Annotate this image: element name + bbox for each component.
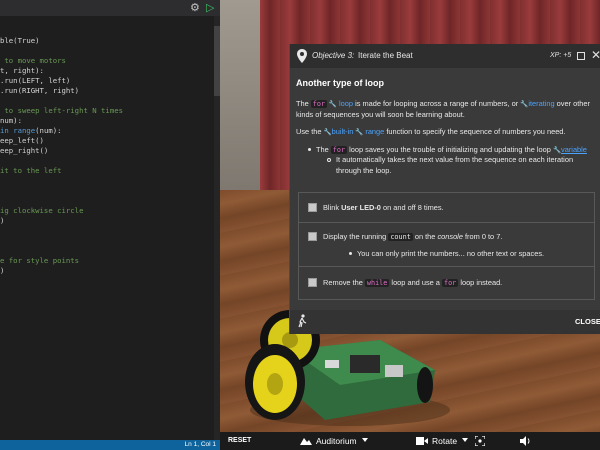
term-link-variable[interactable]: variable xyxy=(561,145,587,154)
code-token: t, right): xyxy=(0,66,44,75)
lesson-sub-bullet-line-2: through the loop. xyxy=(336,166,392,175)
code-line: .run(RIGHT, right) xyxy=(0,86,79,96)
code-token: num): xyxy=(0,116,22,125)
wrench-icon: 🔧 xyxy=(353,129,364,136)
xp-badge: XP: +5 xyxy=(550,52,572,59)
window-icon[interactable] xyxy=(577,52,585,60)
task-checkbox-2[interactable] xyxy=(308,232,317,241)
code-editor-panel: ⚙ ▷ ble(True) to move motors t, right): .r… xyxy=(0,0,220,450)
code-token: .run(LEFT, left) xyxy=(0,76,71,85)
lesson-sub-bullet-line-1: It automatically takes the next value fr… xyxy=(336,155,574,164)
code-token: to sweep left-right N times xyxy=(0,106,124,115)
close-button[interactable]: CLOSE xyxy=(575,316,600,328)
code-token: eep_right() xyxy=(0,146,49,155)
bullet-dot xyxy=(308,148,311,151)
objective-header: Objective 3: Iterate the Beat XP: +5 ✕ xyxy=(290,44,600,68)
code-line: it to the left xyxy=(0,166,62,176)
objective-title: Iterate the Beat xyxy=(358,51,413,60)
task-divider xyxy=(299,266,594,267)
lesson-paragraph-1-line-2: kinds of sequences you will soon be lear… xyxy=(296,110,465,119)
code-line: in range(num): xyxy=(0,126,62,136)
task-divider xyxy=(299,222,594,223)
sim-control-bar: RESET Auditorium Rotate xyxy=(220,432,600,450)
task-checklist: Blink User LED-0 on and off 8 times. Dis… xyxy=(298,192,595,300)
close-icon[interactable]: ✕ xyxy=(591,47,600,63)
code-keyword-for: for xyxy=(441,279,459,287)
gear-icon[interactable]: ⚙ xyxy=(190,1,200,15)
objective-footer: CLOSE xyxy=(290,310,600,334)
code-keyword-while: while xyxy=(364,279,390,287)
code-area[interactable]: ble(True) to move motors t, right): .run(L… xyxy=(0,16,214,440)
code-line: num): xyxy=(0,116,22,126)
mountain-icon xyxy=(300,438,312,445)
chevron-down-icon xyxy=(362,438,368,442)
term-link-iterating[interactable]: iterating xyxy=(528,99,554,108)
code-line: ig clockwise circle xyxy=(0,206,83,216)
focus-target-icon[interactable] xyxy=(475,436,485,446)
code-line: to sweep left-right N times xyxy=(0,106,123,116)
chevron-down-icon xyxy=(462,438,468,442)
volume-icon[interactable] xyxy=(520,436,531,446)
lesson-paragraph-2: Use the 🔧built-in 🔧 range function to sp… xyxy=(296,127,566,136)
walking-person-icon[interactable] xyxy=(296,314,308,328)
play-icon[interactable]: ▷ xyxy=(206,1,214,15)
bullet-dot xyxy=(349,252,352,255)
objective-dialog: Objective 3: Iterate the Beat XP: +5 ✕ A… xyxy=(289,44,600,334)
task-2-note: You can only print the numbers... no oth… xyxy=(357,249,545,258)
term-link-built-in[interactable]: built-in xyxy=(332,127,354,136)
code-line: .run(LEFT, left) xyxy=(0,76,70,86)
editor-status-bar: Ln 1, Col 1 xyxy=(0,440,220,450)
camera-mode-label: Rotate xyxy=(432,436,458,446)
cursor-position: Ln 1, Col 1 xyxy=(184,441,216,448)
code-token: in xyxy=(0,126,14,135)
code-line: to move motors xyxy=(0,56,66,66)
code-token: .run(RIGHT, right) xyxy=(0,86,80,95)
code-token: eep_left() xyxy=(0,136,44,145)
task-checkbox-1[interactable] xyxy=(308,203,317,212)
editor-toolbar: ⚙ ▷ xyxy=(0,0,220,16)
reset-button[interactable]: RESET xyxy=(228,436,251,446)
code-token: it to the left xyxy=(0,166,62,175)
wrench-icon: 🔧 xyxy=(552,147,562,154)
code-variable-count: count xyxy=(388,233,413,241)
code-token: ble(True) xyxy=(0,36,40,45)
task-1: Blink User LED-0 on and off 8 times. xyxy=(323,203,444,212)
code-token: to move motors xyxy=(0,56,66,65)
term-link-loop[interactable]: loop xyxy=(337,99,353,108)
video-camera-icon xyxy=(416,437,428,445)
code-keyword-for: for xyxy=(310,100,328,108)
code-token: ) xyxy=(0,216,5,225)
code-line: ble(True) xyxy=(0,36,40,46)
wrench-icon: 🔧 xyxy=(327,101,337,108)
code-line: ) xyxy=(0,216,4,226)
code-line: ) xyxy=(0,266,4,276)
objective-number: Objective 3: xyxy=(312,51,355,60)
wrench-icon: 🔧 xyxy=(323,129,332,136)
term-link-range[interactable]: range xyxy=(363,127,384,136)
code-token: ) xyxy=(0,266,5,275)
code-token: ig clockwise circle xyxy=(0,206,84,215)
code-token: e for style points xyxy=(0,256,80,265)
code-line: eep_right() xyxy=(0,146,48,156)
task-2: Display the running count on the console… xyxy=(323,232,503,241)
sub-bullet-ring xyxy=(327,158,331,162)
environment-label: Auditorium xyxy=(316,436,357,446)
back-wall xyxy=(220,0,260,200)
code-token: range xyxy=(13,126,36,135)
task-3: Remove the while loop and use a for loop… xyxy=(323,278,503,287)
code-line: eep_left() xyxy=(0,136,44,146)
task-checkbox-3[interactable] xyxy=(308,278,317,287)
code-keyword-for: for xyxy=(330,146,348,154)
code-line: t, right): xyxy=(0,66,44,76)
map-marker-icon xyxy=(297,49,307,63)
lesson-heading: Another type of loop xyxy=(296,78,384,88)
code-token: (num): xyxy=(35,126,62,135)
code-line: e for style points xyxy=(0,256,79,266)
